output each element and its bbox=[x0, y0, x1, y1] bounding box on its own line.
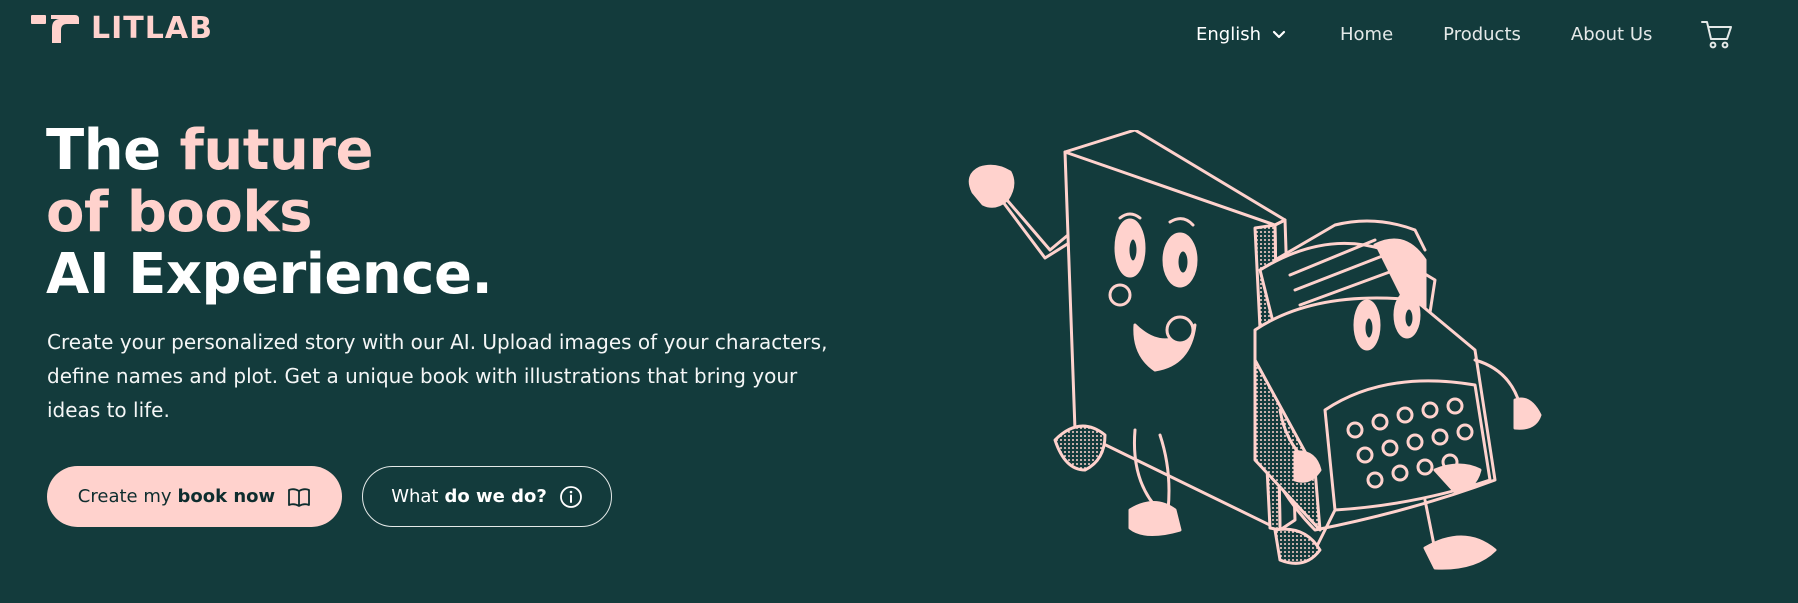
language-selector[interactable]: English bbox=[1196, 24, 1287, 45]
logo-text: LITLAB bbox=[91, 11, 213, 46]
book-icon bbox=[288, 487, 311, 507]
logo-mark-icon bbox=[31, 15, 79, 43]
nav-products-link[interactable]: Products bbox=[1443, 24, 1521, 45]
what-do-we-do-button-bold: do we do? bbox=[444, 486, 547, 507]
language-label: English bbox=[1196, 23, 1261, 45]
create-book-button-bold: book now bbox=[177, 486, 276, 507]
nav-home-link[interactable]: Home bbox=[1340, 24, 1393, 45]
what-do-we-do-button-text: What bbox=[391, 486, 439, 507]
site-header: LITLAB English Home Products About Us bbox=[0, 0, 1798, 70]
nav-about-us-link[interactable]: About Us bbox=[1571, 24, 1653, 45]
hero-title: The future of books AI Experience. bbox=[46, 118, 493, 307]
hero-title-future: future bbox=[179, 118, 374, 183]
what-do-we-do-button[interactable]: What do we do? bbox=[362, 466, 612, 527]
hero-title-the: The bbox=[46, 118, 161, 183]
hero-title-of-books: of books bbox=[46, 180, 312, 245]
create-book-button-text: Create my bbox=[77, 486, 172, 507]
hero-description-line: ideas to life. bbox=[47, 398, 170, 422]
cart-icon[interactable] bbox=[1700, 18, 1734, 50]
hero-description-line: define names and plot. Get a unique book… bbox=[47, 364, 798, 388]
hero-description: Create your personalized story with our … bbox=[47, 325, 847, 427]
info-icon bbox=[559, 485, 582, 508]
book-and-typewriter-characters-illustration bbox=[968, 130, 1542, 570]
hero-description-line: Create your personalized story with our … bbox=[47, 330, 828, 354]
logo[interactable]: LITLAB bbox=[31, 11, 213, 46]
create-book-button[interactable]: Create my book now bbox=[47, 466, 342, 527]
main-nav: English Home Products About Us bbox=[1196, 18, 1734, 50]
chevron-down-icon bbox=[1272, 30, 1286, 39]
hero-title-ai-experience: AI Experience. bbox=[46, 242, 493, 307]
